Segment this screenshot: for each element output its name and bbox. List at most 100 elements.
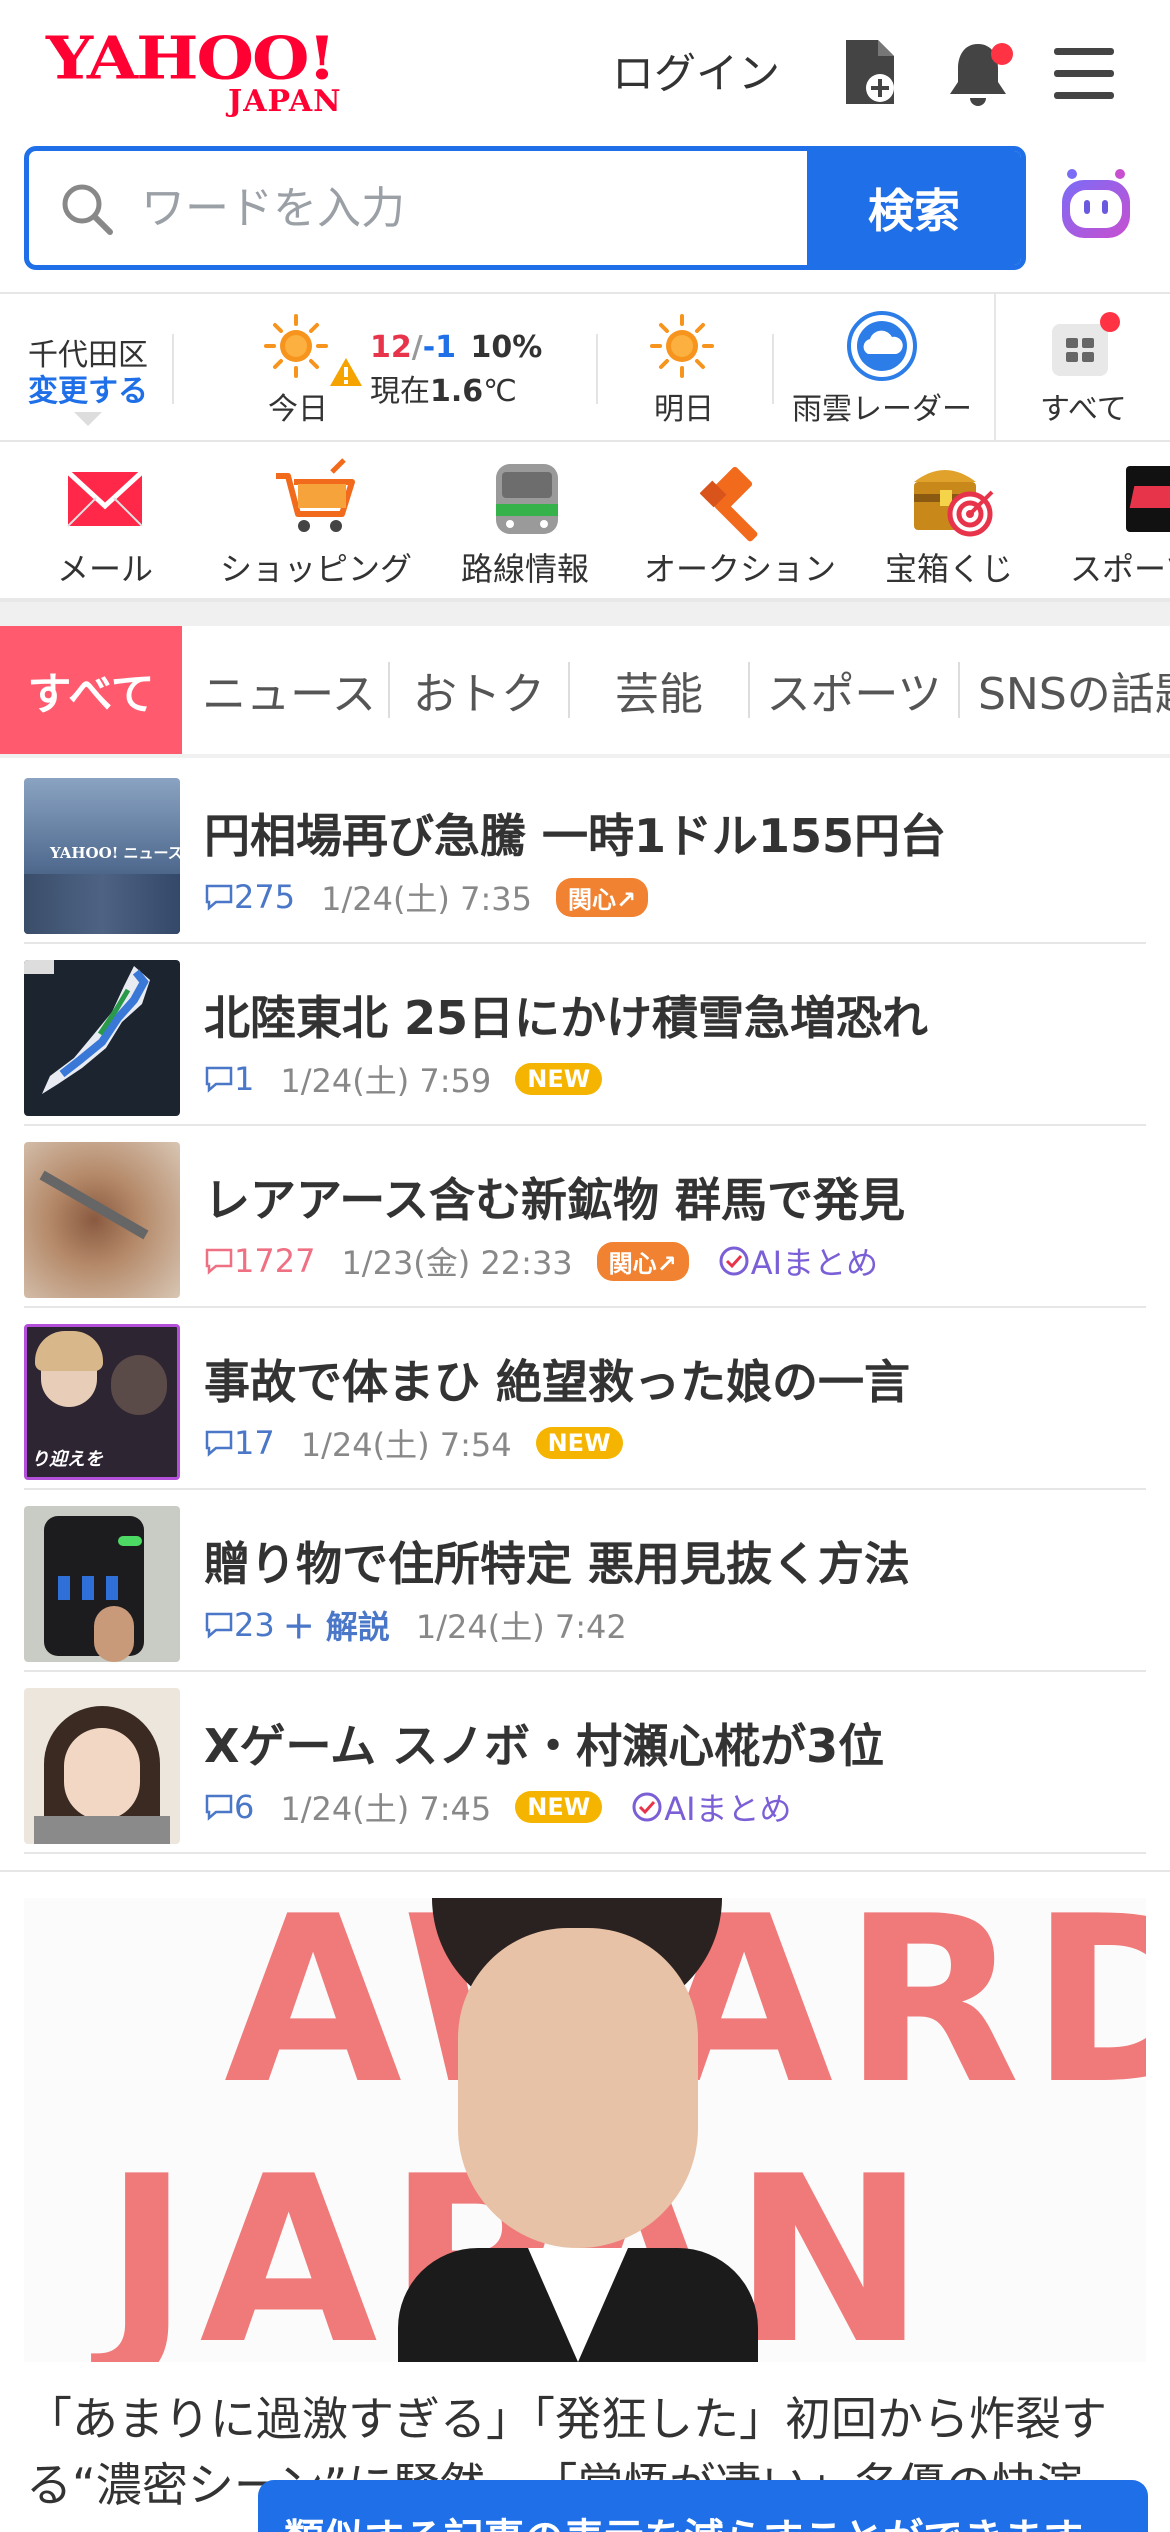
comment-icon <box>205 884 233 911</box>
thumbnail-caption: り迎えを <box>31 1449 103 1470</box>
logo-subtext: JAPAN <box>228 84 342 119</box>
ai-summary-link[interactable]: AIまとめ <box>630 1784 792 1830</box>
service-label: オークション <box>643 550 836 588</box>
list-item[interactable]: レアアース含む新鉱物 群馬で発見 1727 1/23(金) 22:33 関心↗ … <box>24 1126 1146 1308</box>
section-divider <box>0 1870 1170 1872</box>
all-label[interactable]: すべて <box>1040 384 1127 428</box>
news-date: 1/24(土) 7:42 <box>415 1608 627 1646</box>
news-title[interactable]: 北陸東北 25日にかけ積雪急増恐れ <box>204 982 928 1048</box>
list-item[interactable]: 北陸東北 25日にかけ積雪急増恐れ 1 1/24(土) 7:59 NEW <box>24 944 1146 1126</box>
precipitation: 10% <box>470 330 543 365</box>
news-meta: 1727 1/23(金) 22:33 関心↗ AIまとめ <box>204 1238 878 1284</box>
list-item[interactable]: り迎えを 事故で体まひ 絶望救った娘の一言 17 1/24(土) 7:54 NE… <box>24 1308 1146 1490</box>
list-item[interactable]: 贈り物で住所特定 悪用見抜く方法 23 ＋ 解説 1/24(土) 7:42 <box>24 1490 1146 1672</box>
today-label: 今日 <box>268 392 328 427</box>
commentary-label[interactable]: ＋ 解説 <box>283 1602 390 1648</box>
news-title[interactable]: Xゲーム スノボ・村瀬心椛が3位 <box>204 1710 884 1776</box>
news-date: 1/24(土) 7:54 <box>300 1426 512 1464</box>
toast-notification[interactable]: 類似する記事の表示を減らすことができます <box>258 2480 1148 2532</box>
comment-icon <box>205 1794 233 1821</box>
sports-navi-icon <box>1126 466 1170 532</box>
thumbnail-logo-text: YAHOO! ニュース <box>50 844 180 862</box>
comment-count[interactable]: 6 <box>204 1788 254 1826</box>
service-label: メール <box>56 550 153 588</box>
service-sports[interactable]: スポーツ <box>1066 442 1170 602</box>
weather-bar: 千代田区 変更する 今日 12/-1 10% 現在1.6℃ 明日 雨雲レーダー … <box>0 292 1170 442</box>
service-auction[interactable]: オークション <box>640 442 840 602</box>
sunny-icon-today <box>264 314 328 382</box>
news-date: 1/24(土) 7:45 <box>280 1790 492 1828</box>
tomorrow-label[interactable]: 明日 <box>654 384 714 428</box>
tab-news[interactable]: ニュース <box>190 626 388 754</box>
news-date: 1/24(土) 7:35 <box>321 880 532 918</box>
comment-count[interactable]: 17 <box>204 1424 275 1462</box>
tab-sports[interactable]: スポーツ <box>750 626 958 754</box>
all-grid-icon[interactable] <box>1048 310 1120 384</box>
comment-icon <box>205 1066 233 1093</box>
news-date: 1/23(金) 22:33 <box>341 1244 573 1282</box>
tab-deals[interactable]: おトク <box>390 626 568 754</box>
list-item[interactable]: Xゲーム スノボ・村瀬心椛が3位 6 1/24(土) 7:45 NEW AIまと… <box>24 1672 1146 1854</box>
menu-icon[interactable] <box>1052 46 1116 106</box>
interest-badge: 関心↗ <box>596 1241 689 1281</box>
yahoo-japan-logo[interactable]: YAHOO! JAPAN <box>46 28 341 119</box>
ai-summary-link[interactable]: AIまとめ <box>717 1238 878 1284</box>
news-thumbnail <box>24 960 180 1116</box>
shopping-cart-icon <box>272 458 362 542</box>
service-mail[interactable]: メール <box>30 442 180 602</box>
feature-image[interactable]: AWARD JAPAN <box>24 1898 1146 2362</box>
service-treasure-lottery[interactable]: 宝箱くじ <box>874 442 1024 602</box>
news-thumbnail <box>24 1506 180 1662</box>
news-meta: 6 1/24(土) 7:45 NEW AIまとめ <box>204 1784 792 1830</box>
news-thumbnail: YAHOO! ニュース <box>24 778 180 934</box>
service-label: 路線情報 <box>460 550 589 588</box>
temperature-range: 12/-1 10% <box>370 330 543 365</box>
new-badge: NEW <box>515 1791 603 1823</box>
service-label: ショッピング <box>220 550 413 588</box>
treasure-box-icon <box>908 458 996 546</box>
login-link[interactable]: ログイン <box>612 40 780 101</box>
ai-assistant-icon[interactable] <box>1056 164 1136 248</box>
news-title[interactable]: レアアース含む新鉱物 群馬で発見 <box>204 1164 905 1230</box>
change-location-link[interactable]: 変更する <box>28 366 148 410</box>
news-title[interactable]: 贈り物で住所特定 悪用見抜く方法 <box>204 1528 910 1594</box>
news-thumbnail: り迎えを <box>24 1324 180 1480</box>
comment-icon <box>205 1612 233 1639</box>
news-title[interactable]: 円相場再び急騰 一時1ドル155円台 <box>204 800 946 866</box>
search-input[interactable] <box>141 151 831 265</box>
tab-sns[interactable]: SNSの話題 <box>960 626 1170 754</box>
news-meta: 17 1/24(土) 7:54 NEW <box>204 1420 623 1466</box>
list-item[interactable]: YAHOO! ニュース 円相場再び急騰 一時1ドル155円台 275 1/24(… <box>24 762 1146 944</box>
service-shopping[interactable]: ショッピング <box>220 442 413 602</box>
news-date: 1/24(土) 7:59 <box>280 1062 492 1100</box>
warning-icon[interactable] <box>328 356 364 392</box>
mail-icon <box>66 466 144 534</box>
comment-count[interactable]: 23 <box>204 1606 275 1644</box>
service-transit[interactable]: 路線情報 <box>450 442 600 602</box>
tab-all[interactable]: すべて <box>0 626 182 754</box>
new-badge: NEW <box>535 1427 623 1459</box>
news-meta: 23 ＋ 解説 1/24(土) 7:42 <box>204 1602 627 1648</box>
search-button[interactable]: 検索 <box>807 151 1021 265</box>
ai-check-icon <box>632 1792 662 1822</box>
new-document-icon[interactable] <box>842 36 898 112</box>
rain-radar-icon <box>844 310 920 386</box>
comment-icon <box>205 1430 233 1457</box>
news-title[interactable]: 事故で体まひ 絶望救った娘の一言 <box>204 1346 910 1412</box>
tab-entertainment[interactable]: 芸能 <box>570 626 748 754</box>
search-bar: 検索 <box>24 146 1026 270</box>
rain-radar-label[interactable]: 雨雲レーダー <box>792 384 972 428</box>
bell-icon[interactable] <box>944 36 1016 112</box>
news-meta: 275 1/24(土) 7:35 関心↗ <box>204 874 649 920</box>
comment-count[interactable]: 275 <box>204 878 295 916</box>
comment-count[interactable]: 1 <box>204 1060 254 1098</box>
header: YAHOO! JAPAN ログイン <box>0 0 1170 148</box>
location-caret <box>74 412 102 426</box>
current-temperature: 現在1.6℃ <box>370 374 517 409</box>
auction-hammer-icon <box>699 458 786 548</box>
comment-count[interactable]: 1727 <box>204 1242 315 1280</box>
new-badge: NEW <box>515 1063 603 1095</box>
interest-badge: 関心↗ <box>555 877 649 917</box>
news-meta: 1 1/24(土) 7:59 NEW <box>204 1056 603 1102</box>
category-tabs: すべて ニュース おトク 芸能 スポーツ SNSの話題 <box>0 626 1170 754</box>
